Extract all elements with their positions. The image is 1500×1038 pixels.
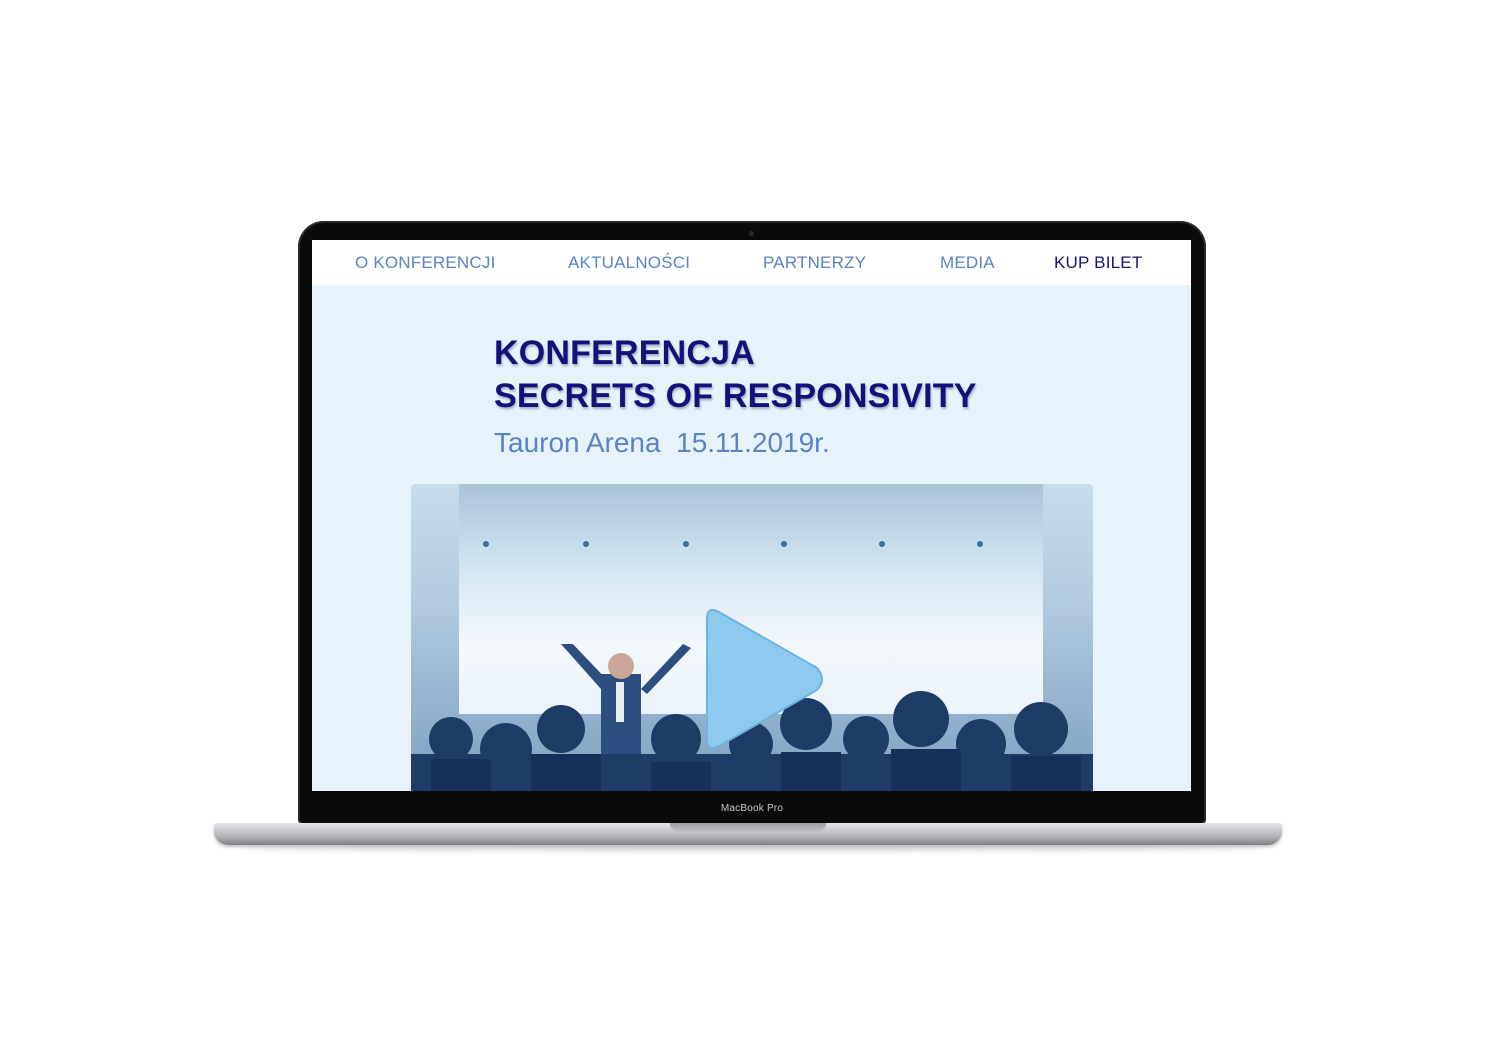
laptop-shadow	[240, 846, 1260, 852]
nav-item-aktualnosci[interactable]: AKTUALNOŚCI	[568, 253, 690, 273]
play-icon[interactable]	[697, 604, 827, 754]
nav-item-kup-bilet[interactable]: KUP BILET	[1054, 253, 1142, 273]
hero-title-line-1: KONFERENCJA	[494, 334, 756, 372]
webcam-icon	[749, 231, 754, 236]
laptop-opening-notch	[670, 823, 826, 832]
nav-item-partnerzy[interactable]: PARTNERZY	[763, 253, 866, 273]
top-navigation: O KONFERENCJI AKTUALNOŚCI PARTNERZY MEDI…	[312, 240, 1191, 285]
hero-title: KONFERENCJA SECRETS OF RESPONSIVITY	[494, 332, 977, 418]
laptop-screen: O KONFERENCJI AKTUALNOŚCI PARTNERZY MEDI…	[312, 240, 1191, 791]
device-label: MacBook Pro	[720, 803, 784, 814]
mockup-stage: O KONFERENCJI AKTUALNOŚCI PARTNERZY MEDI…	[0, 0, 1500, 1038]
hero-title-line-2: SECRETS OF RESPONSIVITY	[494, 377, 977, 415]
nav-item-media[interactable]: MEDIA	[940, 253, 995, 273]
video-player[interactable]	[411, 484, 1093, 791]
hero-subtitle: Tauron Arena 15.11.2019r.	[494, 427, 830, 458]
nav-item-o-konferencji[interactable]: O KONFERENCJI	[355, 253, 496, 273]
